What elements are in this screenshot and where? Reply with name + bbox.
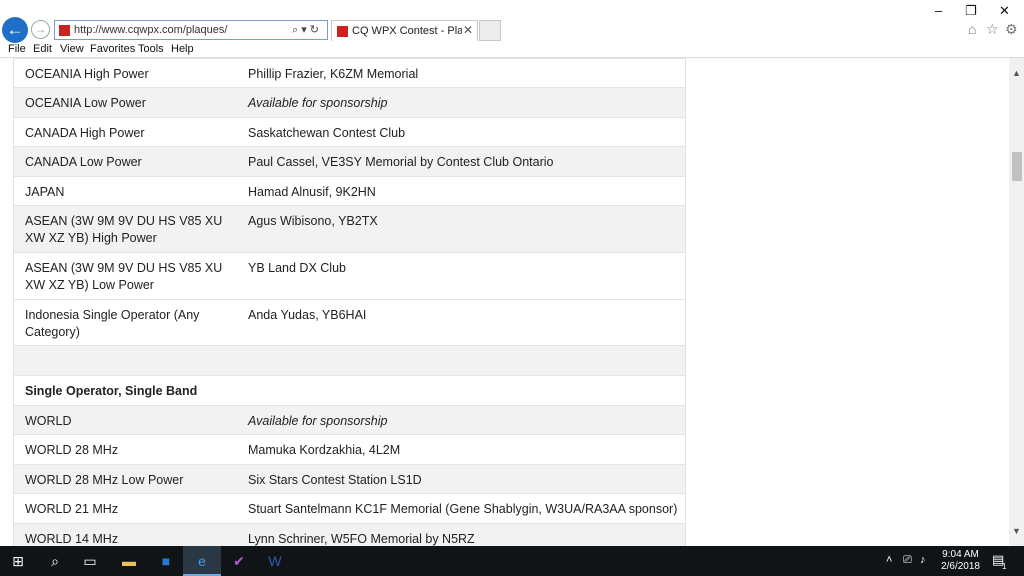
award-sponsor: YB Land DX Club bbox=[248, 261, 346, 275]
award-category: JAPAN bbox=[25, 185, 65, 199]
award-sponsor: Stuart Santelmann KC1F Memorial (Gene Sh… bbox=[248, 502, 678, 516]
menu-view[interactable]: View bbox=[60, 43, 84, 55]
award-sponsor: Agus Wibisono, YB2TX bbox=[248, 214, 378, 228]
forward-arrow-icon[interactable]: → bbox=[31, 20, 50, 39]
award-category: WORLD 21 MHz bbox=[25, 502, 119, 516]
clock-date: 2/6/2018 bbox=[941, 561, 980, 572]
tab-favicon-icon bbox=[337, 26, 348, 37]
tab-cq-wpx[interactable]: CQ WPX Contest - Plaques ... ✕ bbox=[331, 20, 478, 41]
award-sponsor: Hamad Alnusif, 9K2HN bbox=[248, 185, 376, 199]
outlook-icon[interactable]: ■ bbox=[156, 551, 176, 571]
site-favicon-icon bbox=[59, 25, 70, 36]
word-icon[interactable]: W bbox=[265, 551, 285, 571]
menu-bar: File Edit View Favorites Tools Help bbox=[0, 42, 1024, 57]
taskbar: ⊞ ⌕ ▭ ▬ ■ e ✔ W ˄ ⎚ ♪ 9:04 AM 2/6/2018 ▤… bbox=[0, 546, 1024, 576]
award-category: WORLD 28 MHz bbox=[25, 443, 119, 457]
table-row: Single Operator, Single Band bbox=[14, 375, 685, 405]
menu-file[interactable]: File bbox=[8, 43, 26, 55]
new-tab-button[interactable] bbox=[479, 20, 501, 41]
scroll-thumb[interactable] bbox=[1012, 152, 1022, 181]
address-bar[interactable]: http://www.cqwpx.com/plaques/ ⌕▾↻ bbox=[54, 20, 328, 40]
award-category: WORLD 28 MHz Low Power bbox=[25, 473, 184, 487]
back-arrow-icon[interactable]: ← bbox=[2, 17, 28, 43]
menu-favorites[interactable]: Favorites bbox=[90, 43, 135, 55]
windows-start-icon[interactable]: ⊞ bbox=[8, 551, 28, 571]
award-category: ASEAN (3W 9M 9V DU HS V85 XU XW XZ YB) L… bbox=[25, 261, 223, 292]
plaques-table: OCEANIA High Power Phillip Frazier, K6ZM … bbox=[13, 58, 686, 546]
table-row: ASEAN (3W 9M 9V DU HS V85 XU XW XZ YB) H… bbox=[14, 205, 685, 252]
file-explorer-icon[interactable]: ▬ bbox=[119, 551, 139, 571]
minimize-icon[interactable]: – bbox=[935, 3, 942, 18]
award-sponsor: Lynn Schriner, W5FO Memorial by N5RZ bbox=[248, 532, 475, 546]
table-row bbox=[14, 345, 685, 375]
table-row: OCEANIA High Power Phillip Frazier, K6ZM … bbox=[14, 58, 685, 87]
award-category: Indonesia Single Operator (Any Category) bbox=[25, 308, 200, 339]
award-category: ASEAN (3W 9M 9V DU HS V85 XU XW XZ YB) H… bbox=[25, 214, 223, 245]
table-row: Indonesia Single Operator (Any Category)… bbox=[14, 299, 685, 345]
favorites-star-icon[interactable]: ☆ bbox=[986, 21, 999, 38]
menu-edit[interactable]: Edit bbox=[33, 43, 52, 55]
section-heading: Single Operator, Single Band bbox=[25, 384, 198, 398]
tab-close-icon[interactable]: ✕ bbox=[463, 23, 473, 37]
tray-chevron-up-icon[interactable]: ˄ bbox=[886, 554, 892, 566]
table-row: WORLD 14 MHz Lynn Schriner, W5FO Memorial… bbox=[14, 523, 685, 546]
notification-count: 1 bbox=[1002, 562, 1007, 571]
scroll-up-icon[interactable]: ▲ bbox=[1012, 68, 1021, 78]
address-url[interactable]: http://www.cqwpx.com/plaques/ bbox=[74, 24, 227, 36]
table-row: JAPAN Hamad Alnusif, 9K2HN bbox=[14, 176, 685, 205]
award-category: CANADA High Power bbox=[25, 126, 145, 140]
scroll-down-icon[interactable]: ▼ bbox=[1012, 526, 1021, 536]
settings-gear-icon[interactable]: ⚙ bbox=[1005, 21, 1018, 38]
award-category: WORLD 14 MHz bbox=[25, 532, 119, 546]
award-sponsor: Available for sponsorship bbox=[248, 96, 388, 110]
award-sponsor: Six Stars Contest Station LS1D bbox=[248, 473, 422, 487]
restore-icon[interactable]: ❐ bbox=[965, 3, 977, 19]
volume-icon[interactable]: ♪ bbox=[920, 554, 926, 566]
clock-time: 9:04 AM bbox=[942, 549, 979, 560]
award-category: WORLD bbox=[25, 414, 72, 428]
tab-title: CQ WPX Contest - Plaques ... bbox=[352, 25, 462, 37]
close-window-icon[interactable]: ✕ bbox=[999, 3, 1010, 19]
vertical-scrollbar[interactable]: ▲ ▼ bbox=[1009, 58, 1024, 546]
search-icon[interactable]: ⌕ bbox=[45, 551, 65, 571]
app-check-icon[interactable]: ✔ bbox=[229, 551, 249, 571]
award-sponsor: Mamuka Kordzakhia, 4L2M bbox=[248, 443, 401, 457]
table-row: WORLD 21 MHz Stuart Santelmann KC1F Memor… bbox=[14, 493, 685, 523]
table-row: WORLD 28 MHz Mamuka Kordzakhia, 4L2M bbox=[14, 434, 685, 464]
browser-chrome: ← → http://www.cqwpx.com/plaques/ ⌕▾↻ CQ… bbox=[0, 0, 1024, 58]
menu-help[interactable]: Help bbox=[171, 43, 194, 55]
table-row: WORLD 28 MHz Low Power Six Stars Contest … bbox=[14, 464, 685, 493]
award-category: CANADA Low Power bbox=[25, 155, 142, 169]
table-row: CANADA High Power Saskatchewan Contest Cl… bbox=[14, 117, 685, 146]
internet-explorer-icon[interactable]: e bbox=[192, 551, 212, 571]
system-clock[interactable]: 9:04 AM 2/6/2018 bbox=[941, 549, 980, 573]
table-row: ASEAN (3W 9M 9V DU HS V85 XU XW XZ YB) L… bbox=[14, 252, 685, 299]
search-refresh-icon[interactable]: ⌕▾↻ bbox=[292, 23, 322, 37]
award-sponsor: Phillip Frazier, K6ZM Memorial bbox=[248, 67, 419, 81]
award-sponsor: Saskatchewan Contest Club bbox=[248, 126, 406, 140]
page-viewport: OCEANIA High Power Phillip Frazier, K6ZM … bbox=[0, 58, 1009, 546]
network-icon[interactable]: ⎚ bbox=[903, 554, 912, 567]
task-view-icon[interactable]: ▭ bbox=[80, 551, 100, 571]
award-sponsor: Available for sponsorship bbox=[248, 414, 388, 428]
award-category: OCEANIA Low Power bbox=[25, 96, 146, 110]
award-sponsor: Anda Yudas, YB6HAI bbox=[248, 308, 367, 322]
menu-tools[interactable]: Tools bbox=[138, 43, 164, 55]
award-sponsor: Paul Cassel, VE3SY Memorial by Contest C… bbox=[248, 155, 554, 169]
home-icon[interactable]: ⌂ bbox=[968, 21, 976, 37]
award-category: OCEANIA High Power bbox=[25, 67, 149, 81]
table-row: CANADA Low Power Paul Cassel, VE3SY Memor… bbox=[14, 146, 685, 176]
table-row: OCEANIA Low Power Available for sponsorsh… bbox=[14, 87, 685, 117]
table-row: WORLD Available for sponsorship bbox=[14, 405, 685, 434]
